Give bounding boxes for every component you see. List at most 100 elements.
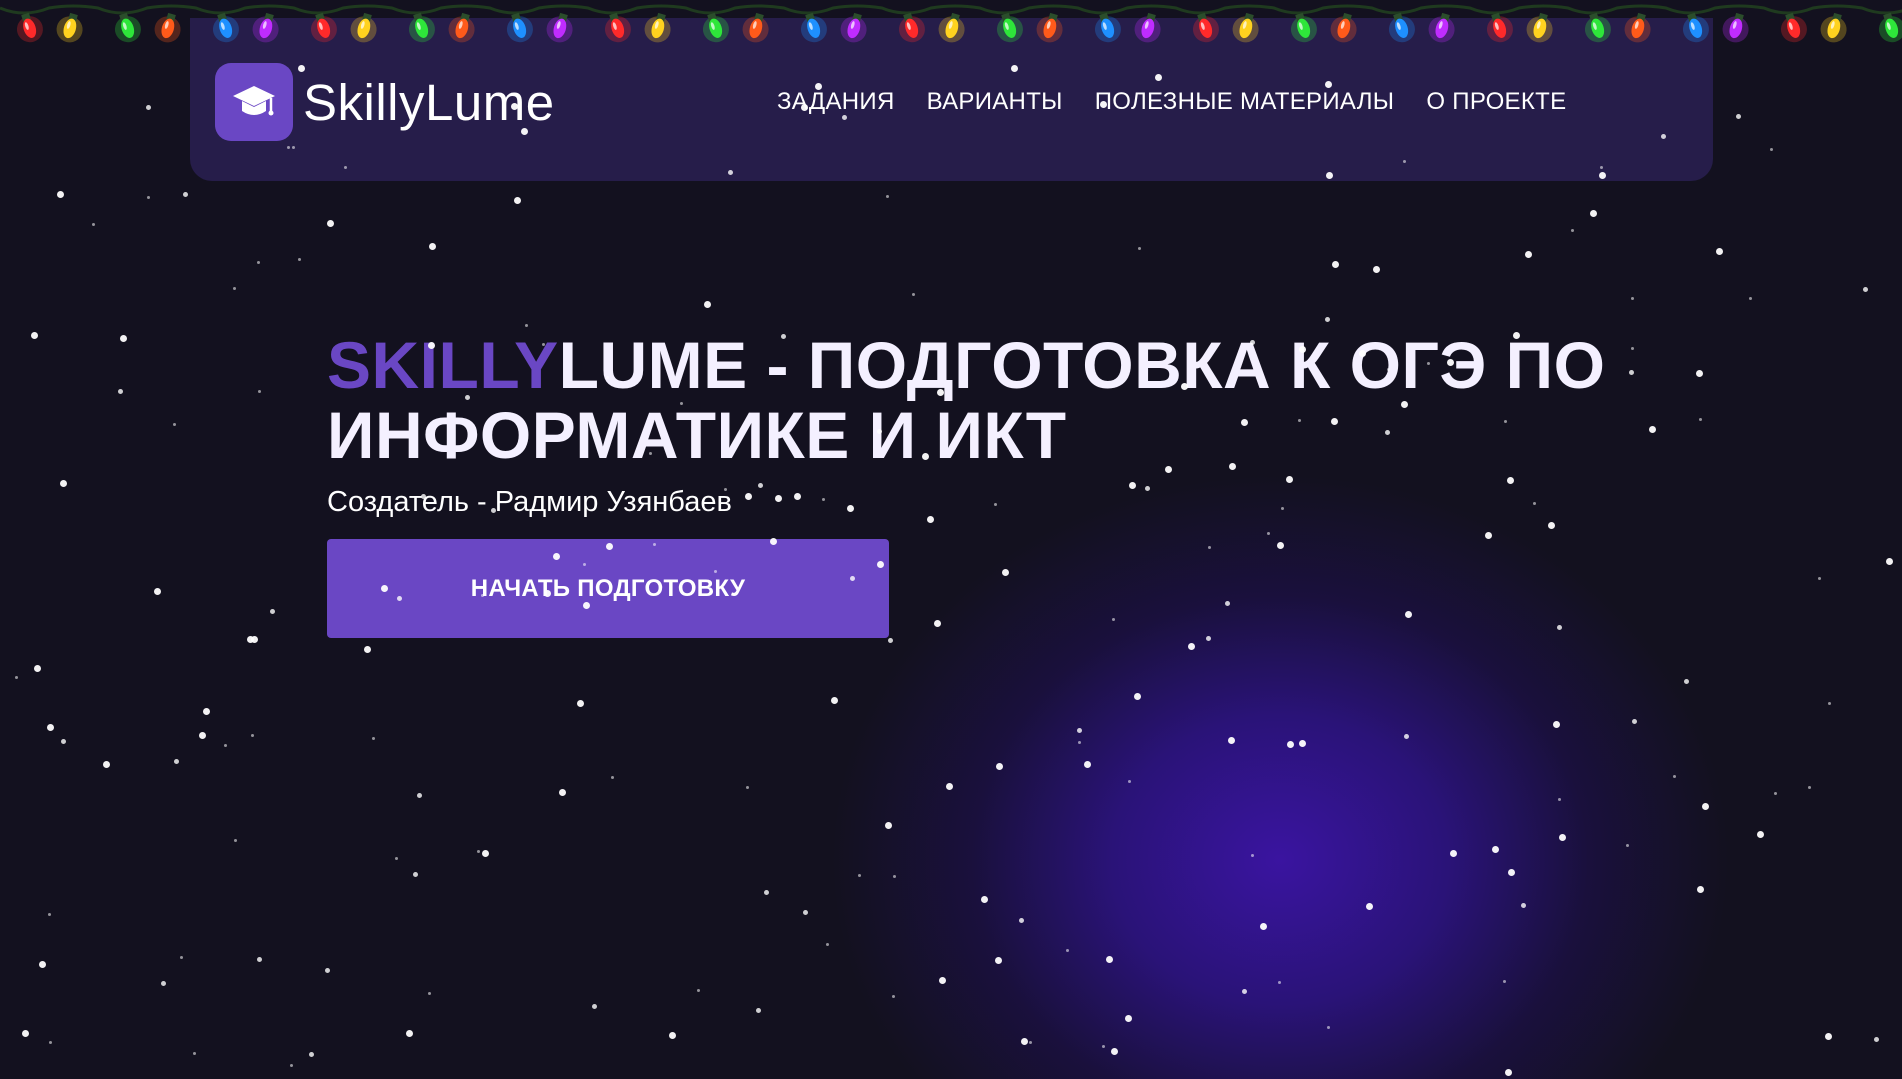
snowflake xyxy=(592,1004,597,1009)
snowflake xyxy=(372,737,375,740)
snowflake xyxy=(514,197,521,204)
light-bulb-icon xyxy=(16,12,43,43)
snowflake xyxy=(934,620,941,627)
snowflake xyxy=(756,1008,761,1013)
nav-link-about[interactable]: О ПРОЕКТЕ xyxy=(1426,88,1566,116)
snowflake xyxy=(57,191,64,198)
light-bulb-icon xyxy=(1486,12,1513,43)
snowflake xyxy=(1078,741,1081,744)
snowflake xyxy=(1228,737,1235,744)
light-bulb-icon xyxy=(1094,12,1121,43)
snowflake xyxy=(1553,721,1560,728)
snowflake xyxy=(92,223,95,226)
snowflake xyxy=(1332,261,1339,268)
snowflake xyxy=(1029,1041,1032,1044)
snowflake xyxy=(1405,611,1412,618)
light-bulb-icon xyxy=(310,12,337,43)
nav-link-materials[interactable]: ПОЛЕЗНЫЕ МАТЕРИАЛЫ xyxy=(1095,88,1395,116)
snowflake xyxy=(764,890,769,895)
light-bulb-icon xyxy=(742,12,769,43)
snowflake xyxy=(1084,761,1091,768)
nav-link-tasks[interactable]: ЗАДАНИЯ xyxy=(777,88,895,116)
snowflake xyxy=(1102,1045,1105,1048)
snowflake xyxy=(1325,317,1330,322)
snowflake xyxy=(995,957,1002,964)
snowflake xyxy=(61,739,66,744)
light-bulb-icon xyxy=(1526,12,1553,43)
light-bulb-icon xyxy=(702,12,729,43)
snowflake xyxy=(1021,1038,1028,1045)
snowflake xyxy=(1278,981,1281,984)
snowflake xyxy=(1571,229,1574,232)
snowflake xyxy=(1874,1037,1879,1042)
logo[interactable]: SkillyLume xyxy=(215,63,555,141)
snowflake xyxy=(1736,114,1741,119)
snowflake xyxy=(174,759,179,764)
snowflake xyxy=(47,724,54,731)
snowflake xyxy=(247,636,254,643)
snowflake xyxy=(1649,426,1656,433)
snowflake xyxy=(1327,1026,1330,1029)
snowflake xyxy=(746,786,749,789)
light-bulb-icon xyxy=(840,12,867,43)
snowflake xyxy=(1188,643,1195,650)
snowflake xyxy=(1366,903,1373,910)
snowflake xyxy=(1770,148,1773,151)
snowflake xyxy=(1808,786,1811,789)
snowflake xyxy=(1503,980,1506,983)
snowflake xyxy=(161,981,166,986)
snowflake xyxy=(939,977,946,984)
snowflake xyxy=(1106,956,1113,963)
light-bulb-icon xyxy=(898,12,925,43)
snowflake xyxy=(1267,532,1270,535)
light-bulb-icon xyxy=(114,12,141,43)
light-bulb-icon xyxy=(938,12,965,43)
snowflake xyxy=(1277,542,1284,549)
snowflake xyxy=(429,243,436,250)
snowflake xyxy=(1825,1033,1832,1040)
snowflake xyxy=(1757,831,1764,838)
snowflake xyxy=(1629,370,1634,375)
snowflake xyxy=(1749,297,1752,300)
hero-section: SKILLYLUME - ПОДГОТОВКА К ОГЭ ПО ИНФОРМА… xyxy=(327,330,1627,638)
light-bulb-icon xyxy=(408,12,435,43)
snowflake xyxy=(413,872,418,877)
snowflake xyxy=(364,646,371,653)
snowflake xyxy=(183,192,188,197)
snowflake xyxy=(173,423,176,426)
snowflake xyxy=(1287,741,1294,748)
snowflake xyxy=(803,910,808,915)
snowflake xyxy=(1111,1048,1118,1055)
snowflake xyxy=(1548,522,1555,529)
snowflake xyxy=(154,588,161,595)
snowflake xyxy=(1716,248,1723,255)
snowflake xyxy=(1208,546,1211,549)
light-bulb-icon xyxy=(546,12,573,43)
snowflake xyxy=(697,989,700,992)
snowflake xyxy=(1818,577,1821,580)
snowflake xyxy=(49,1041,52,1044)
light-bulb-icon xyxy=(800,12,827,43)
snowflake xyxy=(31,332,38,339)
hero-title: SKILLYLUME - ПОДГОТОВКА К ОГЭ ПО ИНФОРМА… xyxy=(327,330,1627,470)
light-bulb-icon xyxy=(1388,12,1415,43)
snowflake xyxy=(406,1030,413,1037)
snowflake xyxy=(1299,740,1306,747)
light-bulb-icon xyxy=(212,12,239,43)
snowflake xyxy=(1632,719,1637,724)
start-preparation-button[interactable]: НАЧАТЬ ПОДГОТОВКУ xyxy=(327,539,889,638)
snowflake xyxy=(15,676,18,679)
snowflake xyxy=(1521,903,1526,908)
light-bulb-icon xyxy=(1820,12,1847,43)
snowflake xyxy=(704,301,711,308)
light-bulb-icon xyxy=(604,12,631,43)
snowflake xyxy=(258,390,261,393)
snowflake xyxy=(981,896,988,903)
snowflake xyxy=(234,839,237,842)
snowflake xyxy=(1558,798,1561,801)
snowflake xyxy=(146,105,151,110)
snowflake xyxy=(270,609,275,614)
snowflake xyxy=(912,293,915,296)
nav-link-variants[interactable]: ВАРИАНТЫ xyxy=(927,88,1063,116)
light-bulb-icon xyxy=(350,12,377,43)
